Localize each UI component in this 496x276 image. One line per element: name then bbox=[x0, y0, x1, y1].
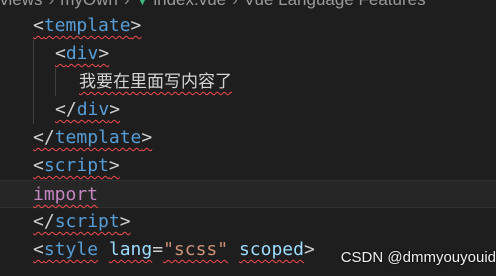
breadcrumb-item-myown[interactable]: myOwn bbox=[60, 0, 118, 9]
breadcrumb-item-language-features[interactable]: Vue Language Features bbox=[244, 0, 426, 9]
code-line-3[interactable]: 我要在里面写内容了 bbox=[79, 68, 496, 96]
watermark: CSDN @dmmyouyouid bbox=[340, 249, 496, 266]
chevron-right-icon: › bbox=[43, 0, 61, 9]
code-line-7[interactable]: import bbox=[0, 180, 496, 208]
code-line-4[interactable]: </div> bbox=[55, 96, 496, 124]
indent-guide bbox=[33, 40, 34, 124]
chevron-right-icon: › bbox=[118, 0, 136, 9]
code-line-2[interactable]: <div> bbox=[55, 40, 496, 68]
breadcrumb-item-file[interactable]: index.vue bbox=[153, 0, 226, 9]
code-line-6[interactable]: <script> bbox=[33, 152, 496, 180]
breadcrumb-item-views[interactable]: views bbox=[0, 0, 43, 9]
code-line-8[interactable]: </script> bbox=[33, 208, 496, 236]
code-line-1[interactable]: <template> bbox=[33, 12, 496, 40]
indent-guide bbox=[55, 68, 56, 96]
code-line-5[interactable]: </template> bbox=[33, 124, 496, 152]
code-editor[interactable]: <template> <div> 我要在里面写内容了 </div> </temp… bbox=[0, 12, 496, 276]
chevron-right-icon: › bbox=[226, 0, 244, 9]
breadcrumb: views›myOwn›▼index.vue›Vue Language Feat… bbox=[0, 0, 496, 12]
vue-icon: ▼ bbox=[135, 0, 150, 8]
